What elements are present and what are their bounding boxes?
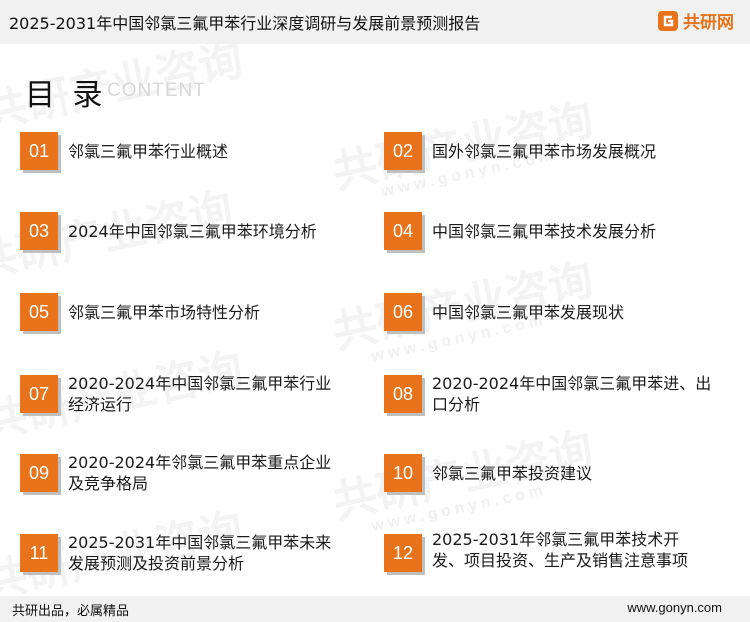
toc-item-label: 2025-2031年中国邻氯三氟甲苯未来发展预测及投资前景分析	[68, 533, 332, 573]
footer-slogan: 共研出品，必属精品	[12, 604, 130, 619]
toc-item-number: 09	[20, 454, 58, 492]
footer-url[interactable]: www.gonyn.com	[627, 600, 722, 615]
logo-icon	[658, 10, 678, 31]
toc-heading: 目 录	[25, 78, 107, 113]
toc-item-label: 邻氯三氟甲苯行业概述	[68, 141, 229, 161]
brand-name: 共研网	[683, 13, 734, 33]
toc-item-number: 10	[384, 454, 422, 492]
toc-subheading: CONTENT	[107, 80, 206, 101]
toc-item[interactable]: 08 2020-2024年中国邻氯三氟甲苯进、出口分析	[384, 374, 730, 414]
toc-item-label: 邻氯三氟甲苯投资建议	[432, 463, 593, 483]
toc-item-number: 01	[20, 132, 58, 170]
toc-item-number: 08	[384, 375, 422, 413]
toc-item-label: 2020-2024年中国邻氯三氟甲苯进、出口分析	[432, 374, 712, 414]
toc-item-label: 2020-2024年邻氯三氟甲苯重点企业及竞争格局	[68, 453, 332, 493]
toc-item-number: 05	[20, 293, 58, 331]
brand-logo: 共研网	[657, 8, 734, 33]
toc-item-number: 04	[384, 212, 422, 250]
toc-item[interactable]: 02 国外邻氯三氟甲苯市场发展概况	[384, 132, 730, 170]
toc-item-number: 07	[20, 375, 58, 413]
toc-item-label: 中国邻氯三氟甲苯技术发展分析	[432, 221, 657, 241]
toc-item[interactable]: 11 2025-2031年中国邻氯三氟甲苯未来发展预测及投资前景分析	[20, 533, 340, 573]
header-bar: 2025-2031年中国邻氯三氟甲苯行业深度调研与发展前景预测报告 共研网	[0, 0, 750, 44]
toc-item-number: 06	[384, 293, 422, 331]
toc-item[interactable]: 10 邻氯三氟甲苯投资建议	[384, 454, 730, 492]
toc-item[interactable]: 05 邻氯三氟甲苯市场特性分析	[20, 293, 340, 331]
toc-item-label: 国外邻氯三氟甲苯市场发展概况	[432, 141, 657, 161]
toc-item-label: 邻氯三氟甲苯市场特性分析	[68, 302, 261, 322]
toc-item[interactable]: 06 中国邻氯三氟甲苯发展现状	[384, 293, 730, 331]
toc-item[interactable]: 07 2020-2024年中国邻氯三氟甲苯行业经济运行	[20, 374, 340, 414]
toc-item[interactable]: 03 2024年中国邻氯三氟甲苯环境分析	[20, 212, 340, 250]
toc-item-label: 2020-2024年中国邻氯三氟甲苯行业经济运行	[68, 374, 332, 414]
toc-item-number: 11	[20, 534, 58, 572]
toc-item[interactable]: 12 2025-2031年邻氯三氟甲苯技术开发、项目投资、生产及销售注意事项	[384, 530, 730, 572]
toc-item[interactable]: 01 邻氯三氟甲苯行业概述	[20, 132, 340, 170]
toc-item-number: 02	[384, 132, 422, 170]
toc-item-number: 03	[20, 212, 58, 250]
toc-item-label: 2024年中国邻氯三氟甲苯环境分析	[68, 221, 317, 241]
footer-bar: 共研出品，必属精品 www.gonyn.com	[0, 596, 750, 622]
report-title: 2025-2031年中国邻氯三氟甲苯行业深度调研与发展前景预测报告	[9, 14, 481, 33]
toc-item[interactable]: 09 2020-2024年邻氯三氟甲苯重点企业及竞争格局	[20, 453, 340, 493]
toc-item-label: 中国邻氯三氟甲苯发展现状	[432, 302, 625, 322]
toc-item-label: 2025-2031年邻氯三氟甲苯技术开发、项目投资、生产及销售注意事项	[432, 530, 689, 570]
toc-item-number: 12	[384, 534, 422, 572]
toc-item[interactable]: 04 中国邻氯三氟甲苯技术发展分析	[384, 212, 730, 250]
